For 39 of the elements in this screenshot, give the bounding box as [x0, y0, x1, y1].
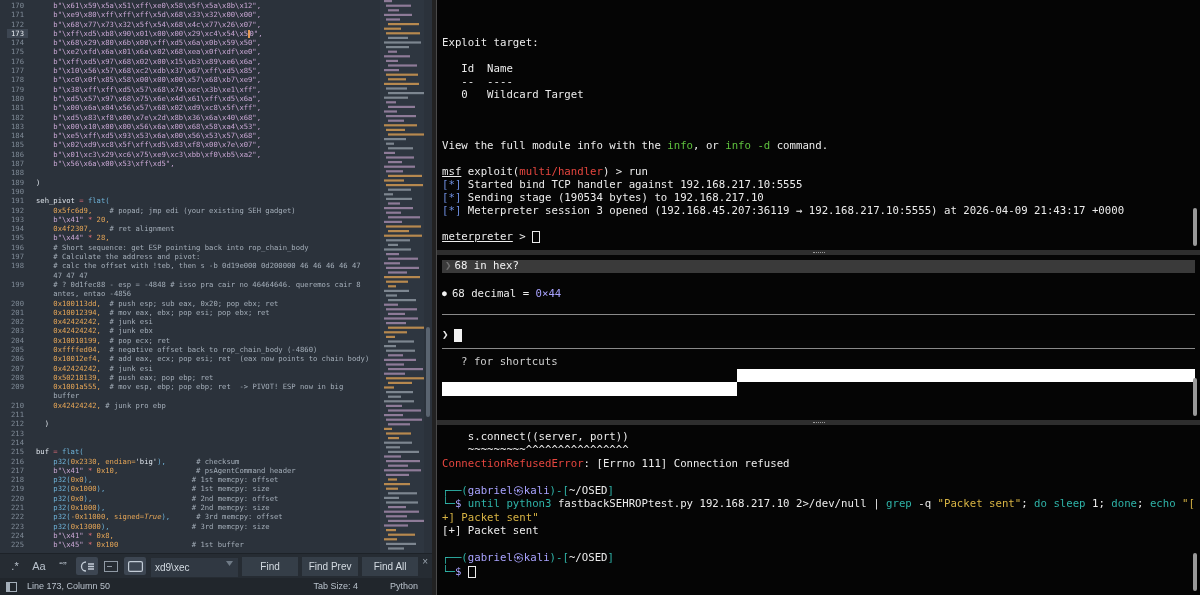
terminal-line: meterpreter > [442, 228, 541, 245]
highlight-toggle[interactable] [124, 557, 146, 575]
close-button[interactable]: × [422, 554, 428, 569]
prompt-input[interactable]: ❯ [442, 328, 1195, 342]
terminal-line: [+] Packet sent [442, 523, 539, 540]
syntax-mode[interactable]: Python [389, 579, 418, 594]
dropdown-caret-icon[interactable] [226, 561, 233, 566]
terminal-line: [*] Sending stage (190534 bytes) to 192.168.217.10 [442, 190, 764, 206]
terminal-line: ┌──(gabriel㉿kali)-[~/OSED] [442, 482, 614, 498]
terminal-line: [*] Meterpreter session 3 opened (192.168.45.207:36119 → 192.168.217.10:5555) at 2026-04-09 21:43:17 +0000 [442, 203, 1125, 219]
find-button[interactable]: Find [242, 556, 299, 576]
find-button[interactable]: Find Prev [302, 556, 359, 576]
cursor-position: Line 173, Column 50 [27, 579, 111, 593]
wrap-toggle[interactable] [76, 557, 98, 575]
scrollbar-thumb[interactable] [1193, 553, 1197, 591]
response-text: 68 decimal = 0×44 [451, 286, 562, 302]
wrap-icon [80, 560, 94, 572]
find-option-toggle[interactable]: Aa [28, 557, 50, 575]
terminal-line: msf exploit(multi/handler) > run [442, 164, 648, 180]
previous-prompt: ❯ 68 in hex? [442, 260, 1195, 273]
response-bullet: ● [442, 288, 447, 300]
scrollbar-thumb[interactable] [1193, 208, 1197, 246]
shortcuts-hint: ? for shortcuts [460, 354, 558, 371]
tab-size[interactable]: Tab Size: 4 [313, 579, 358, 594]
find-option-toggle[interactable]: .* [4, 557, 26, 575]
selection-icon [104, 560, 118, 572]
scrollbar-thumb[interactable] [1193, 378, 1197, 416]
scrollbar-thumb[interactable] [426, 327, 430, 417]
terminal-line: ┌──(gabriel㉿kali)-[~/OSED] [442, 550, 614, 565]
terminal-line: s.connect((server, port)) [466, 428, 629, 445]
find-option-toggle[interactable]: “” [52, 557, 74, 575]
find-field[interactable]: xd9\xec [151, 558, 238, 577]
terminal-line: [*] Started bind TCP handler against 192.168.217.10:5555 [442, 177, 803, 193]
terminal-line: └─$ [442, 563, 476, 580]
terminal-line: View the full module info with the info, or info -d command. [442, 138, 829, 155]
highlight-icon [127, 560, 143, 572]
find-button[interactable]: Find All [362, 556, 419, 576]
sidebar-toggle-icon[interactable] [6, 581, 17, 592]
terminal-line: Exploit target: [442, 35, 539, 52]
